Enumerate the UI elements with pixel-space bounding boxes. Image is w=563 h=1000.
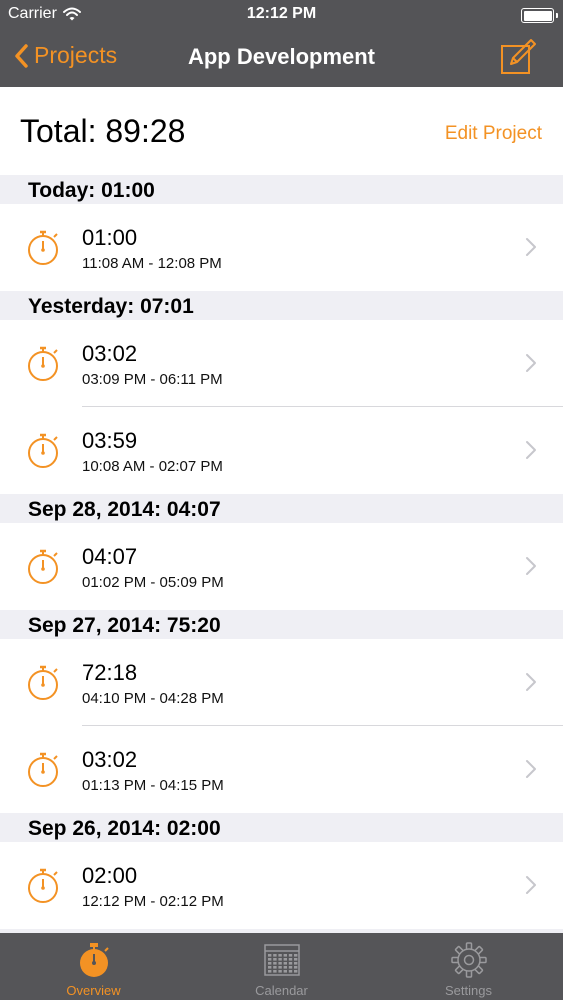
section-header: Today: 01:00 [0,175,563,204]
time-entry-row[interactable]: 04:07 01:02 PM - 05:09 PM [0,523,563,610]
chevron-right-icon [526,354,536,372]
top-bar: Carrier 12:12 PM Projects App Developmen… [0,0,563,87]
tab-label: Settings [445,983,492,998]
time-entry-row[interactable]: 01:00 11:08 AM - 12:08 PM [0,204,563,291]
compose-icon[interactable] [499,38,537,76]
status-bar: Carrier 12:12 PM [0,0,563,30]
navigation-bar: Projects App Development [0,30,563,87]
stopwatch-icon [28,752,58,787]
stopwatch-icon [28,346,58,381]
tab-bar: Overview Calendar Settings [0,933,563,1000]
entry-duration: 01:00 [82,225,138,250]
gear-icon [450,942,487,978]
entry-time-range: 10:08 AM - 02:07 PM [82,458,223,475]
tab-settings[interactable]: Settings [375,933,562,1000]
stopwatch-icon [28,549,58,584]
stopwatch-icon [28,665,58,700]
chevron-right-icon [526,673,536,691]
section-header: Sep 27, 2014: 75:20 [0,610,563,639]
time-entry-row[interactable]: 03:02 03:09 PM - 06:11 PM [0,320,563,407]
tab-label: Calendar [255,983,308,998]
calendar-icon [263,944,300,976]
edit-project-button[interactable]: Edit Project [445,123,542,145]
stopwatch-icon [28,230,58,265]
time-entry-row[interactable]: 03:59 10:08 AM - 02:07 PM [0,407,563,494]
entry-duration: 03:59 [82,428,138,453]
entry-time-range: 12:12 PM - 02:12 PM [82,893,224,910]
chevron-right-icon [526,760,536,778]
battery-icon [521,8,558,23]
time-entry-row[interactable]: 03:02 01:13 PM - 04:15 PM [0,726,563,813]
time-entry-row[interactable]: 72:18 04:10 PM - 04:28 PM [0,639,563,726]
entry-duration: 02:00 [82,863,138,888]
entry-duration: 03:02 [82,341,138,366]
chevron-right-icon [526,238,536,256]
tab-calendar[interactable]: Calendar [188,933,375,1000]
entry-duration: 03:02 [82,747,138,772]
section-header: Yesterday: 07:01 [0,291,563,320]
chevron-right-icon [526,876,536,894]
section-header: Sep 26, 2014: 02:00 [0,813,563,842]
total-time: Total: 89:28 [20,113,186,149]
stopwatch-icon [28,433,58,468]
entry-time-range: 01:02 PM - 05:09 PM [82,574,224,591]
entry-duration: 04:07 [82,544,138,569]
status-time: 12:12 PM [246,5,317,22]
entry-time-range: 03:09 PM - 06:11 PM [82,371,223,388]
tab-overview[interactable]: Overview [0,933,187,1000]
stopwatch-icon [79,943,109,977]
section-header: Sep 28, 2014: 04:07 [0,494,563,523]
page-title: App Development [187,44,376,69]
stopwatch-icon [28,868,58,903]
time-entry-row[interactable]: 02:00 12:12 PM - 02:12 PM [0,842,563,929]
chevron-right-icon [526,441,536,459]
entry-time-range: 04:10 PM - 04:28 PM [82,690,224,707]
entry-time-range: 11:08 AM - 12:08 PM [82,255,222,272]
entry-time-range: 01:13 PM - 04:15 PM [82,777,224,794]
time-entry-list: Today: 01:00 01:00 11:08 AM - 12:08 PM Ye… [0,175,563,929]
entry-duration: 72:18 [82,660,138,685]
chevron-right-icon [526,557,536,575]
project-summary: Total: 89:28 Edit Project [0,87,563,175]
tab-label: Overview [66,983,121,998]
